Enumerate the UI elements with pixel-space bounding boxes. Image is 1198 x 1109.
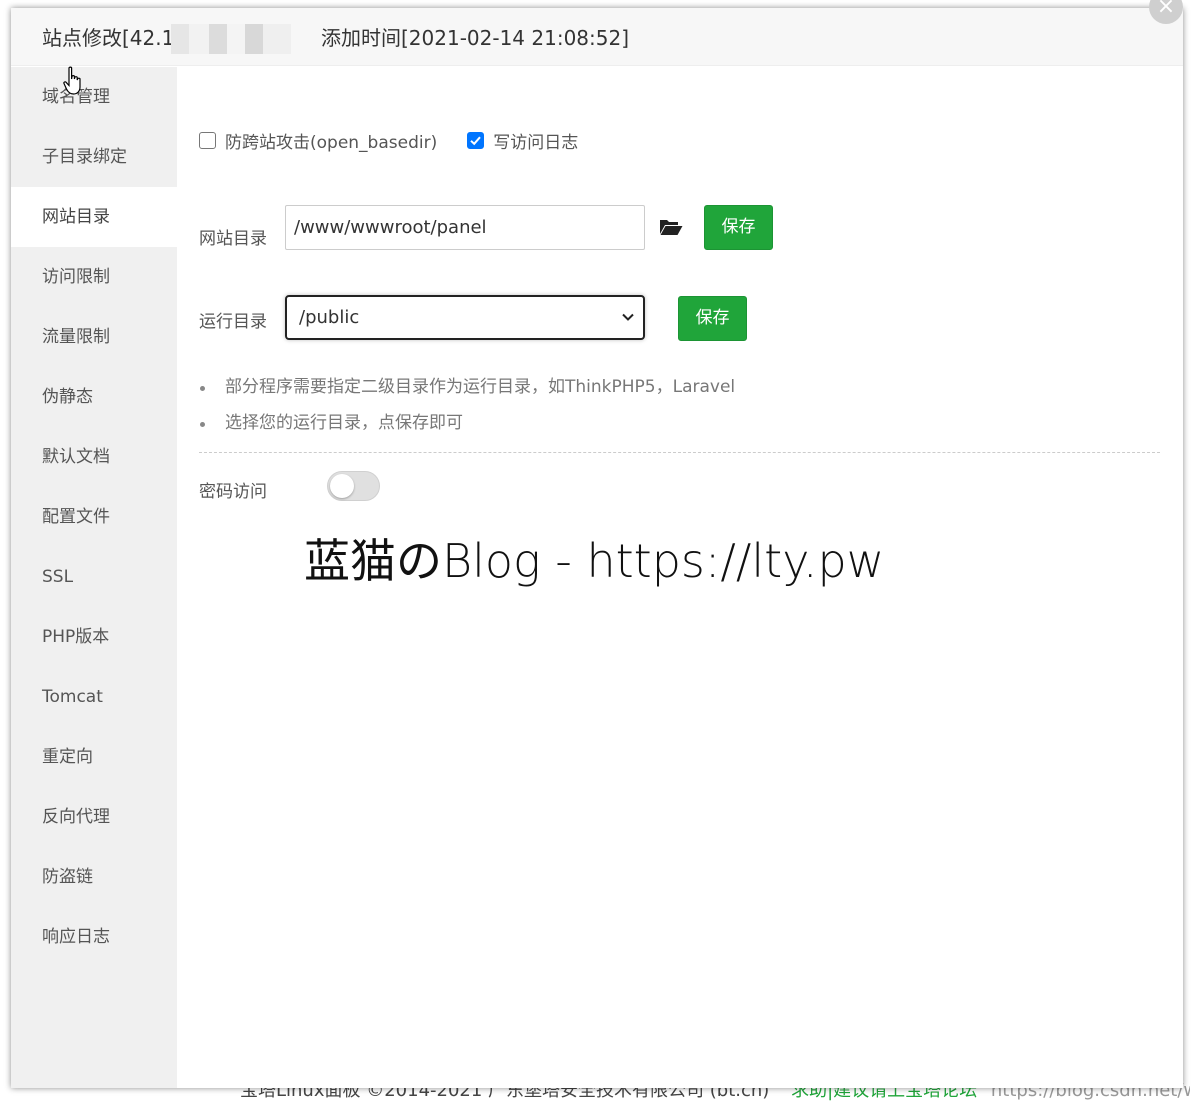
sidebar-item-rewrite[interactable]: 伪静态 (11, 367, 177, 427)
sidebar-item-traffic-limit[interactable]: 流量限制 (11, 307, 177, 367)
site-dir-panel: 防跨站攻击(open_basedir) 写访问日志 网站目录 保存 运行目录 /… (177, 67, 1183, 1088)
run-dir-selected-value: /public (299, 307, 360, 328)
run-dir-select[interactable]: /public (285, 295, 645, 340)
blog-watermark: 蓝猫のBlog - https://lty.pw (304, 534, 885, 588)
access-log-label: 写访问日志 (493, 132, 579, 153)
chevron-down-icon (622, 313, 634, 321)
redacted-ip-mosaic (171, 24, 291, 54)
check-icon (470, 136, 481, 145)
settings-sidebar: 域名管理 子目录绑定 网站目录 访问限制 流量限制 伪静态 默认文档 配置文件 … (11, 67, 177, 1088)
help-tip: 部分程序需要指定二级目录作为运行目录，如ThinkPHP5，Laravel (199, 377, 735, 413)
sidebar-item-domain[interactable]: 域名管理 (11, 67, 177, 127)
dialog-title: 站点修改[42.1 (42, 26, 175, 50)
sidebar-item-hotlink-protection[interactable]: 防盗链 (11, 847, 177, 907)
sidebar-item-response-log[interactable]: 响应日志 (11, 907, 177, 967)
run-dir-save-button[interactable]: 保存 (678, 296, 747, 341)
hand-pointer-icon (63, 66, 81, 95)
sidebar-item-access-limit[interactable]: 访问限制 (11, 247, 177, 307)
dialog-added-time: 添加时间[2021-02-14 21:08:52] (321, 26, 630, 50)
password-access-label: 密码访问 (199, 482, 267, 502)
run-dir-label: 运行目录 (199, 312, 267, 332)
site-dir-label: 网站目录 (199, 229, 267, 249)
help-tips: 部分程序需要指定二级目录作为运行目录，如ThinkPHP5，Laravel 选择… (199, 377, 735, 449)
sidebar-item-php-version[interactable]: PHP版本 (11, 607, 177, 667)
access-log-checkbox[interactable] (467, 131, 485, 149)
section-divider (199, 452, 1160, 453)
password-access-toggle[interactable] (327, 471, 380, 501)
site-dir-save-button[interactable]: 保存 (704, 205, 773, 250)
sidebar-item-default-doc[interactable]: 默认文档 (11, 427, 177, 487)
help-tip: 选择您的运行目录，点保存即可 (199, 413, 735, 449)
sidebar-item-redirect[interactable]: 重定向 (11, 727, 177, 787)
sidebar-item-tomcat[interactable]: Tomcat (11, 667, 177, 727)
site-dir-input[interactable] (285, 205, 645, 250)
folder-open-icon[interactable] (659, 217, 683, 237)
options-row: 防跨站攻击(open_basedir) 写访问日志 (199, 127, 608, 153)
dialog-title-bar: 站点修改[42.1 添加时间[2021-02-14 21:08:52] (11, 8, 1183, 66)
sidebar-item-site-dir[interactable]: 网站目录 (11, 187, 177, 247)
sidebar-item-reverse-proxy[interactable]: 反向代理 (11, 787, 177, 847)
open-basedir-checkbox[interactable] (199, 131, 216, 149)
toggle-knob (330, 474, 354, 498)
open-basedir-label: 防跨站攻击(open_basedir) (225, 132, 438, 153)
sidebar-item-subdir-binding[interactable]: 子目录绑定 (11, 127, 177, 187)
sidebar-item-config-file[interactable]: 配置文件 (11, 487, 177, 547)
site-edit-dialog: 站点修改[42.1 添加时间[2021-02-14 21:08:52] 域名管理… (11, 8, 1183, 1088)
sidebar-item-ssl[interactable]: SSL (11, 547, 177, 607)
